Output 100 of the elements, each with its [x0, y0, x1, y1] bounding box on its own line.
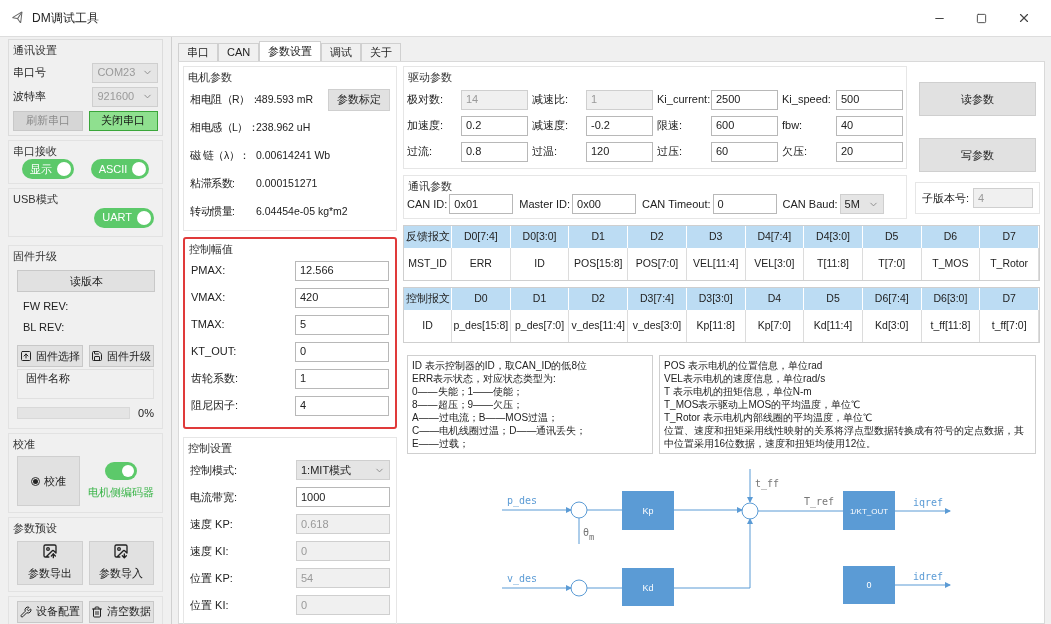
header-cell: D4[7:4] [745, 226, 805, 248]
preset-button[interactable]: 参数导出 [17, 540, 83, 585]
progress-reading: 0% [138, 406, 154, 421]
group-title: 通讯设置 [12, 43, 58, 58]
field-label: 串口号 [13, 65, 47, 81]
table-cell: POS[7:0] [628, 248, 687, 280]
read-version-button[interactable]: 读版本 [17, 270, 155, 292]
param-label: 子版本号: [922, 190, 970, 206]
parameter-button[interactable]: 写参数 [919, 138, 1036, 172]
group-title: 控制幅值 [188, 241, 234, 257]
arrow-line [747, 468, 753, 503]
header-cell: D7 [980, 288, 1039, 310]
tab[interactable]: CAN [218, 43, 260, 61]
input-field[interactable]: 40 [836, 115, 903, 136]
group-title: 串口接收 [12, 143, 58, 159]
input-field[interactable]: 12.566 [295, 260, 389, 281]
header-cell: D6 [921, 226, 981, 248]
footer-button[interactable]: 设备配置 [17, 600, 83, 623]
input-field[interactable]: 0x00 [572, 194, 637, 214]
input-field[interactable]: 0.2 [461, 115, 528, 136]
input-field[interactable]: 2500 [711, 89, 778, 110]
param-label: 限速: [657, 118, 684, 134]
toggle-switch[interactable] [105, 461, 137, 480]
input-field[interactable]: 500 [836, 89, 903, 110]
param-label: 速度 KI: [190, 543, 230, 559]
select-field[interactable]: 5M [839, 194, 884, 214]
param-label: fbw: [782, 118, 804, 134]
summing-junction [741, 502, 759, 520]
footer-button[interactable]: 清空数据 [88, 600, 154, 623]
param-label: Ki_speed: [782, 92, 832, 108]
table-cell: ID [510, 248, 570, 280]
input-field[interactable]: 0x01 [449, 194, 514, 214]
upload-icon [19, 350, 32, 362]
param-label: 相电感（L）： [190, 119, 256, 135]
param-label: TMAX: [191, 317, 226, 333]
param-label: 位置 KI: [190, 597, 230, 613]
maximize-icon[interactable] [976, 12, 987, 24]
input-field[interactable]: 5 [295, 314, 389, 335]
group-title: 固件升级 [12, 248, 58, 264]
group-title: 控制设置 [187, 441, 233, 456]
input-field[interactable]: 60 [711, 141, 778, 162]
header-cell: D3[3:0] [686, 288, 746, 310]
calibrate-radio[interactable]: 校准 [17, 456, 80, 506]
close-icon[interactable] [1017, 11, 1031, 25]
input-field[interactable]: 600 [711, 115, 778, 136]
param-label: 过压: [657, 144, 684, 160]
table-cell: T_Rotor [980, 248, 1039, 280]
table-cell: ID [404, 310, 452, 342]
preset-button[interactable]: 参数导入 [88, 540, 154, 585]
param-label: CAN ID: [407, 196, 448, 212]
header-cell: D4[3:0] [804, 226, 863, 248]
tab[interactable]: 关于 [361, 43, 402, 61]
gain-block: Kd [622, 568, 674, 606]
table-cell: p_des[15:8] [452, 310, 511, 342]
table-cell: Kd[3:0] [862, 310, 922, 342]
input-field[interactable]: 0 [712, 194, 777, 214]
header-cell: D6[3:0] [921, 288, 981, 310]
note-text: 0——失能；1——使能； [412, 385, 525, 398]
arrow-line [894, 582, 951, 588]
table-cell: T[7:0] [862, 248, 922, 280]
tab[interactable]: 串口 [178, 43, 218, 61]
group-title: 通讯参数 [407, 178, 453, 194]
param-value: 489.593 mR [256, 91, 314, 107]
table-cell: v_des[3:0] [628, 310, 687, 342]
input-field[interactable]: 1000 [296, 487, 390, 507]
serial-button[interactable]: 关闭串口 [88, 110, 158, 131]
table-cell: t_ff[11:8] [921, 310, 981, 342]
param-label: 控制模式: [190, 462, 239, 478]
param-label: 过温: [532, 144, 559, 160]
param-value: 0.00614241 Wb [256, 147, 331, 163]
input-field[interactable]: 1 [295, 368, 389, 389]
header-cell: D7 [980, 226, 1039, 248]
window-title: DM调试工具 [32, 10, 99, 27]
group-title: 电机参数 [187, 70, 233, 85]
firmware-button[interactable]: 固件升级 [88, 345, 154, 367]
param-label: KT_OUT: [191, 344, 238, 360]
input-field[interactable]: -0.2 [586, 115, 653, 136]
header-cell: D5 [804, 288, 863, 310]
param-label: 阻尼因子: [191, 398, 240, 414]
parameter-button[interactable]: 读参数 [919, 82, 1036, 116]
input-field[interactable]: 420 [295, 287, 389, 308]
tab[interactable]: 调试 [321, 43, 362, 61]
header-cell: D0 [452, 288, 511, 310]
input-field[interactable]: 4 [295, 395, 389, 416]
param-value: 238.962 uH [256, 119, 311, 135]
select-field[interactable]: 1:MIT模式 [296, 460, 390, 480]
firmware-button[interactable]: 固件选择 [17, 345, 83, 367]
input-field[interactable]: 120 [586, 141, 653, 162]
input-field[interactable]: 0 [295, 341, 389, 362]
param-label: 速度 KP: [190, 516, 234, 532]
calibrate-button[interactable]: 参数标定 [328, 88, 390, 111]
note-text: 8——超压；9——欠压； [412, 398, 525, 411]
note-text: ERR表示状态，对应状态类型为: [412, 372, 557, 385]
param-label: 转动惯量: [190, 203, 236, 219]
input-field[interactable]: 20 [836, 141, 903, 162]
tab[interactable]: 参数设置 [259, 41, 322, 61]
table-cell: t_ff[7:0] [980, 310, 1039, 342]
signal-label: p_des [507, 495, 538, 506]
input-field[interactable]: 0.8 [461, 141, 528, 162]
connector-line [586, 587, 623, 589]
